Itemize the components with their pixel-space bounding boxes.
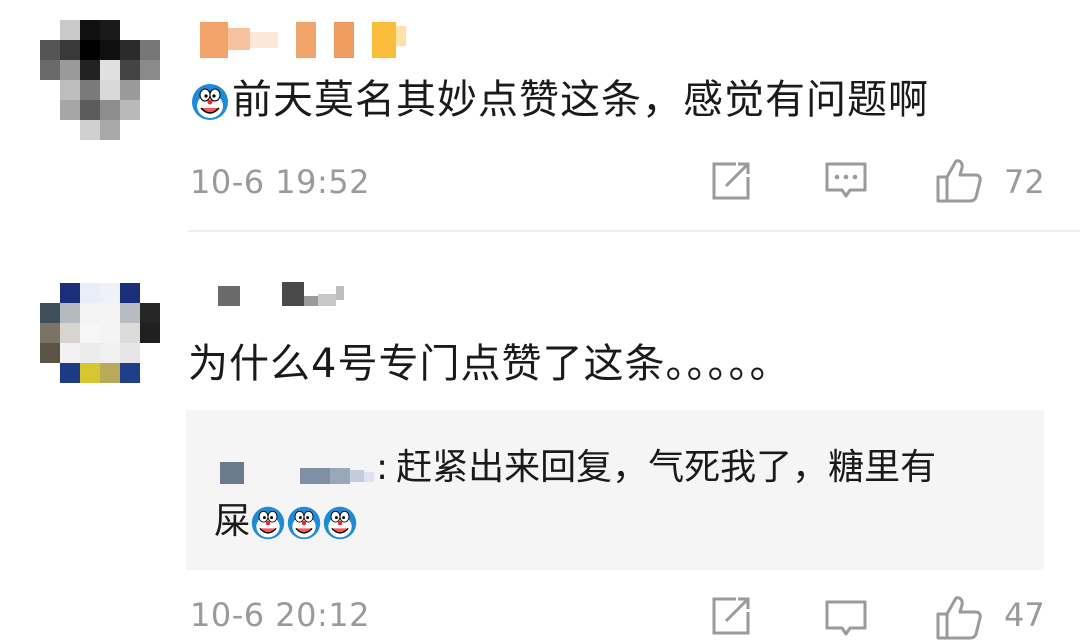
- doraemon-emoji-icon: [323, 506, 357, 540]
- thumbs-up-icon[interactable]: [934, 592, 984, 642]
- doraemon-emoji-icon: [192, 84, 228, 120]
- comment-timestamp: 10-6 19:52: [190, 163, 371, 201]
- reply-text: 赶紧出来回复，气死我了，糖里有: [396, 447, 937, 488]
- like-count: 72: [1004, 163, 1045, 201]
- doraemon-emoji-icon: [251, 506, 285, 540]
- reply-separator: :: [376, 447, 389, 488]
- avatar[interactable]: [40, 20, 160, 140]
- comment-content: 为什么4号专门点赞了这条。。。。。: [188, 341, 791, 387]
- doraemon-emoji-icon: [287, 506, 321, 540]
- reply-box[interactable]: : 赶紧出来回复，气死我了，糖里有 屎: [186, 410, 1044, 570]
- comment-icon[interactable]: [823, 160, 869, 202]
- reply-line-2: 屎: [214, 492, 358, 552]
- comment-icon[interactable]: [823, 598, 869, 640]
- thumbs-up-icon[interactable]: [934, 155, 984, 205]
- username-redacted[interactable]: [218, 282, 344, 308]
- reply-line-1: : 赶紧出来回复，气死我了，糖里有: [376, 438, 936, 498]
- share-icon[interactable]: [710, 596, 754, 636]
- comment-content: 前天莫名其妙点赞这条，感觉有问题啊: [190, 76, 929, 124]
- username-redacted[interactable]: [200, 22, 406, 60]
- like-count: 47: [1004, 596, 1045, 634]
- comment-text: 前天莫名其妙点赞这条，感觉有问题啊: [232, 77, 929, 123]
- comment-timestamp: 10-6 20:12: [190, 596, 371, 634]
- avatar[interactable]: [40, 283, 160, 383]
- reply-username-redacted[interactable]: [220, 462, 374, 488]
- comment-divider: [188, 230, 1080, 232]
- share-icon[interactable]: [710, 161, 754, 201]
- reply-text-continued: 屎: [214, 501, 251, 542]
